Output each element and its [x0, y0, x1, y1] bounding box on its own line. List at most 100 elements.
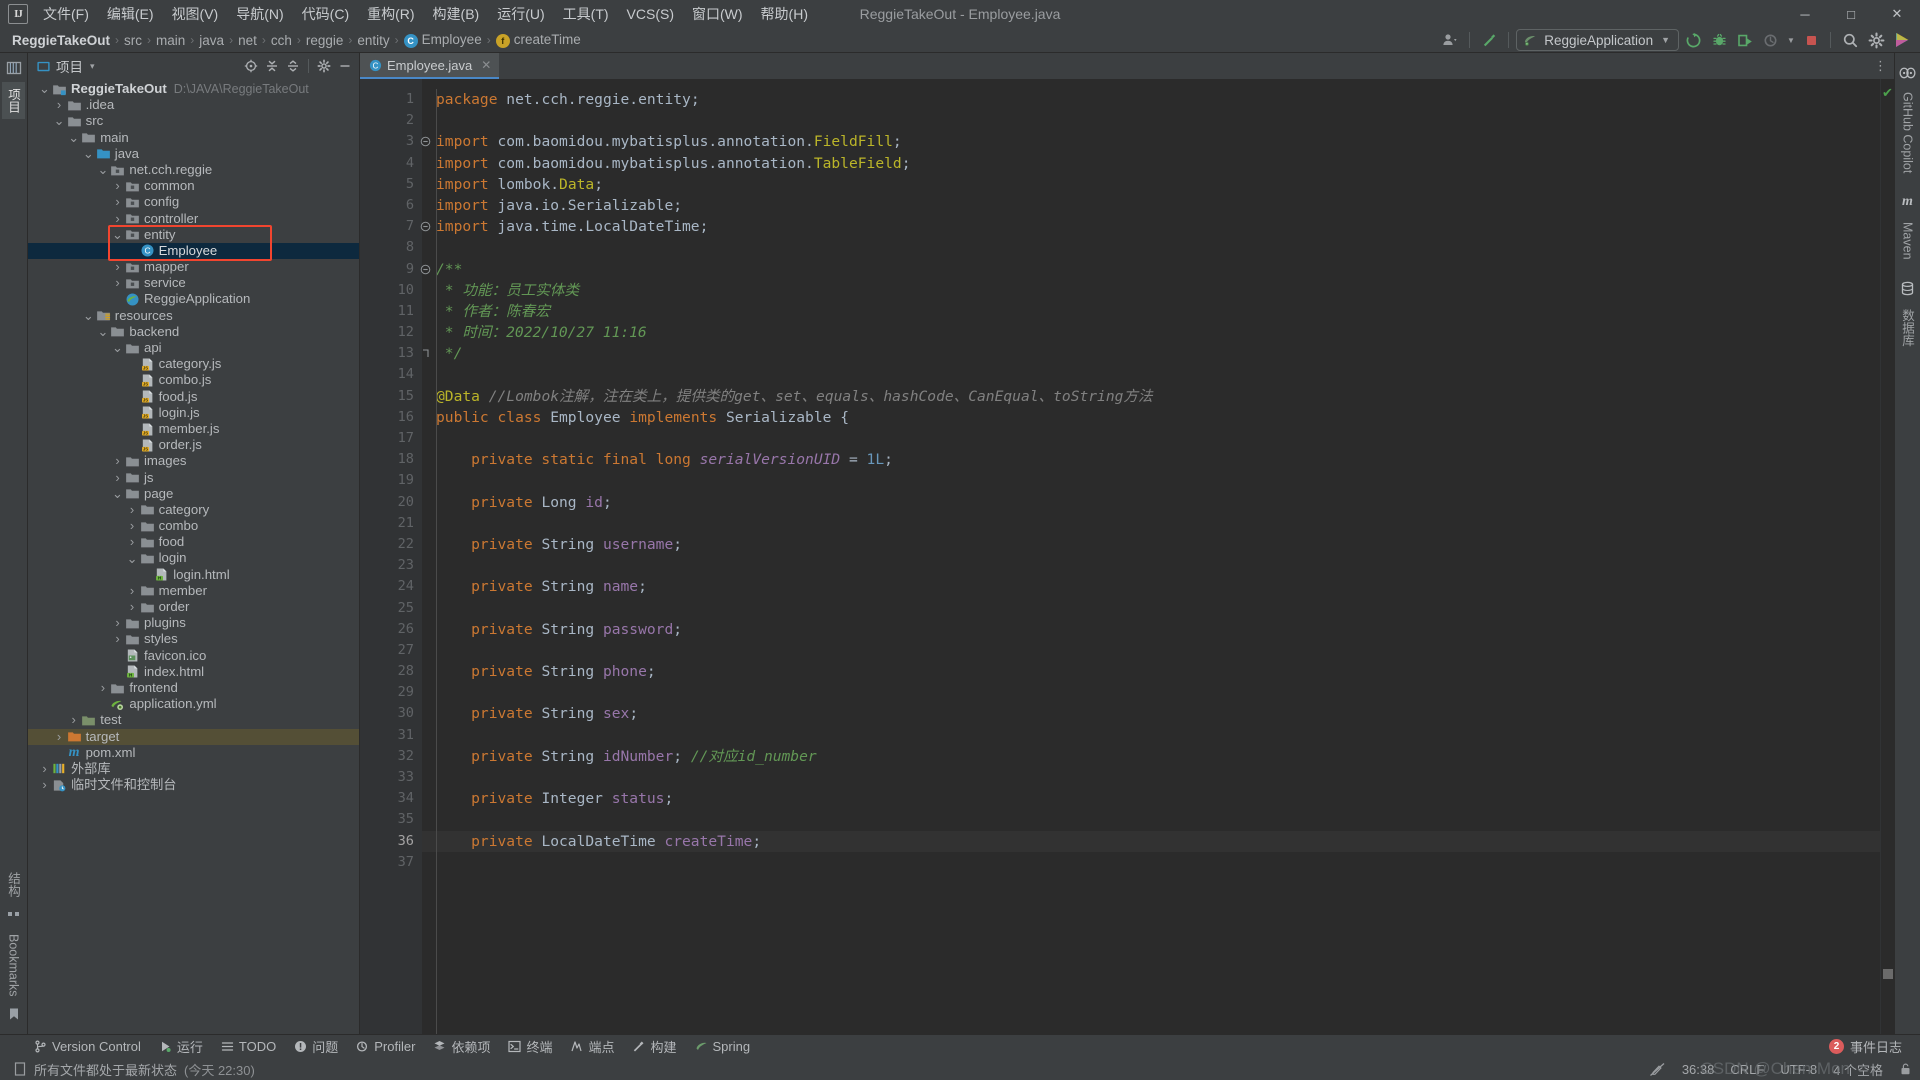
line-number[interactable]: 10	[360, 280, 422, 301]
line-number[interactable]: 5	[360, 174, 422, 195]
chevron-down-icon[interactable]: ⌄	[53, 114, 66, 127]
code-line[interactable]: import com.baomidou.mybatisplus.annotati…	[422, 153, 1880, 174]
editor-tab-options-icon[interactable]: ⋮	[1868, 53, 1894, 79]
chevron-right-icon[interactable]: ›	[126, 583, 139, 599]
line-number[interactable]: 19	[360, 470, 422, 491]
minimize-icon[interactable]	[335, 56, 355, 76]
debug-bug-icon[interactable]	[1707, 29, 1731, 51]
chevron-right-icon[interactable]: ›	[111, 211, 124, 227]
database-icon[interactable]	[1897, 278, 1919, 300]
profiler-dropdown-icon[interactable]: ▼	[1785, 29, 1797, 51]
code-line[interactable]	[422, 470, 1880, 491]
code-line[interactable]: private static final long serialVersionU…	[422, 449, 1880, 470]
line-number[interactable]: 3	[360, 131, 431, 152]
ide-updates-icon[interactable]	[1890, 29, 1914, 51]
chevron-down-icon[interactable]: ▾	[90, 61, 95, 72]
menu-navigate[interactable]: 导航(N)	[227, 0, 292, 28]
tool-window-profiler[interactable]: Profiler	[348, 1037, 423, 1056]
line-number[interactable]: 34	[360, 788, 422, 809]
line-number[interactable]: 16	[360, 407, 422, 428]
run-configuration-selector[interactable]: ReggieApplication ▼	[1516, 29, 1679, 51]
tree-node-java[interactable]: ⌄ java	[28, 146, 359, 162]
line-number[interactable]: 8	[360, 237, 422, 258]
tool-window-build[interactable]: 构建	[624, 1035, 684, 1058]
chevron-down-icon[interactable]: ⌄	[111, 228, 124, 241]
line-number[interactable]: 7	[360, 216, 431, 237]
tree-node-member[interactable]: › member	[28, 583, 359, 599]
line-number[interactable]: 37	[360, 852, 422, 873]
gear-icon[interactable]	[314, 56, 334, 76]
tree-node-food.js[interactable]: JS food.js	[28, 389, 359, 405]
chevron-right-icon[interactable]: ›	[38, 777, 51, 793]
tree-node-application.yml[interactable]: application.yml	[28, 696, 359, 712]
code-line[interactable]	[422, 767, 1880, 788]
menu-edit[interactable]: 编辑(E)	[98, 0, 163, 28]
code-line[interactable]	[422, 598, 1880, 619]
chevron-down-icon[interactable]: ⌄	[111, 341, 124, 354]
line-number[interactable]: 14	[360, 364, 422, 385]
line-number[interactable]: 35	[360, 809, 422, 830]
chevron-down-icon[interactable]: ⌄	[111, 487, 124, 500]
right-rail-tab-maven[interactable]: Maven	[1899, 216, 1917, 266]
code-line[interactable]: import java.io.Serializable;	[422, 195, 1880, 216]
file-encoding[interactable]: UTF-8	[1780, 1062, 1817, 1077]
line-number[interactable]: 22	[360, 534, 422, 555]
tool-window-version-control[interactable]: Version Control	[26, 1037, 149, 1056]
right-rail-tab-github-copilot[interactable]: GitHub Copilot	[1899, 86, 1917, 179]
chevron-down-icon[interactable]: ⌄	[82, 309, 95, 322]
tree-node-target[interactable]: › target	[28, 728, 359, 745]
tree-node-order.js[interactable]: JS order.js	[28, 437, 359, 453]
tree-node-employee[interactable]: C Employee	[28, 242, 359, 260]
close-icon[interactable]: ✕	[481, 58, 491, 72]
tree-node-plugins[interactable]: › plugins	[28, 615, 359, 631]
stop-icon[interactable]	[1799, 29, 1823, 51]
tree-node-login.js[interactable]: JS login.js	[28, 405, 359, 421]
breadcrumb-item-src[interactable]: src	[120, 32, 146, 49]
chevron-right-icon[interactable]: ›	[111, 194, 124, 210]
line-number[interactable]: 13	[360, 343, 429, 364]
code-line[interactable]	[422, 237, 1880, 258]
code-line[interactable]	[422, 725, 1880, 746]
line-number[interactable]: 20	[360, 492, 422, 513]
chevron-right-icon[interactable]: ›	[96, 680, 109, 696]
editor-tab-employee-java[interactable]: C Employee.java ✕	[360, 53, 500, 79]
tree-node-entity[interactable]: ⌄ entity	[28, 227, 359, 243]
maximize-button[interactable]: □	[1828, 0, 1874, 28]
chevron-down-icon[interactable]: ⌄	[38, 82, 51, 95]
line-number[interactable]: 4	[360, 153, 422, 174]
breadcrumb-item-reggie[interactable]: reggie	[302, 32, 348, 49]
menu-window[interactable]: 窗口(W)	[683, 0, 752, 28]
line-number[interactable]: 28	[360, 661, 422, 682]
tree-node-frontend[interactable]: › frontend	[28, 680, 359, 696]
run-coverage-icon[interactable]	[1733, 29, 1757, 51]
right-rail-tab-database[interactable]: 数据库	[1896, 303, 1919, 353]
line-number[interactable]: 6	[360, 195, 422, 216]
code-line[interactable]: import com.baomidou.mybatisplus.annotati…	[422, 131, 1880, 152]
tree-node-controller[interactable]: › controller	[28, 211, 359, 227]
tool-window-problems[interactable]: 问题	[286, 1035, 346, 1058]
tree-node-外部库[interactable]: › 外部库	[28, 761, 359, 777]
line-number[interactable]: 2	[360, 110, 422, 131]
line-number[interactable]: 1	[360, 89, 422, 110]
line-number[interactable]: 17	[360, 428, 422, 449]
chevron-right-icon[interactable]: ›	[111, 470, 124, 486]
tree-node-pom.xml[interactable]: m pom.xml	[28, 745, 359, 761]
tree-node-临时文件和控制台[interactable]: › 临时文件和控制台	[28, 777, 359, 793]
line-number[interactable]: 36	[360, 831, 422, 852]
crosshair-target-icon[interactable]	[241, 56, 261, 76]
code-line[interactable]	[422, 809, 1880, 830]
chevron-right-icon[interactable]: ›	[126, 502, 139, 518]
no-edit-icon[interactable]	[1649, 1062, 1666, 1077]
tool-window-event-log[interactable]: 2 事件日志	[1821, 1035, 1910, 1058]
chevron-right-icon[interactable]: ›	[111, 615, 124, 631]
code-line[interactable]: private Integer status;	[422, 788, 1880, 809]
menu-view[interactable]: 视图(V)	[163, 0, 228, 28]
user-account-icon[interactable]	[1438, 29, 1462, 51]
tool-window-todo[interactable]: TODO	[213, 1037, 284, 1056]
tree-node-src[interactable]: ⌄ src	[28, 113, 359, 129]
code-line[interactable]	[422, 110, 1880, 131]
breadcrumb-item-employee[interactable]: C Employee	[400, 31, 486, 49]
expand-all-icon[interactable]	[262, 56, 282, 76]
tree-node-combo[interactable]: › combo	[28, 518, 359, 534]
menu-refactor[interactable]: 重构(R)	[358, 0, 423, 28]
